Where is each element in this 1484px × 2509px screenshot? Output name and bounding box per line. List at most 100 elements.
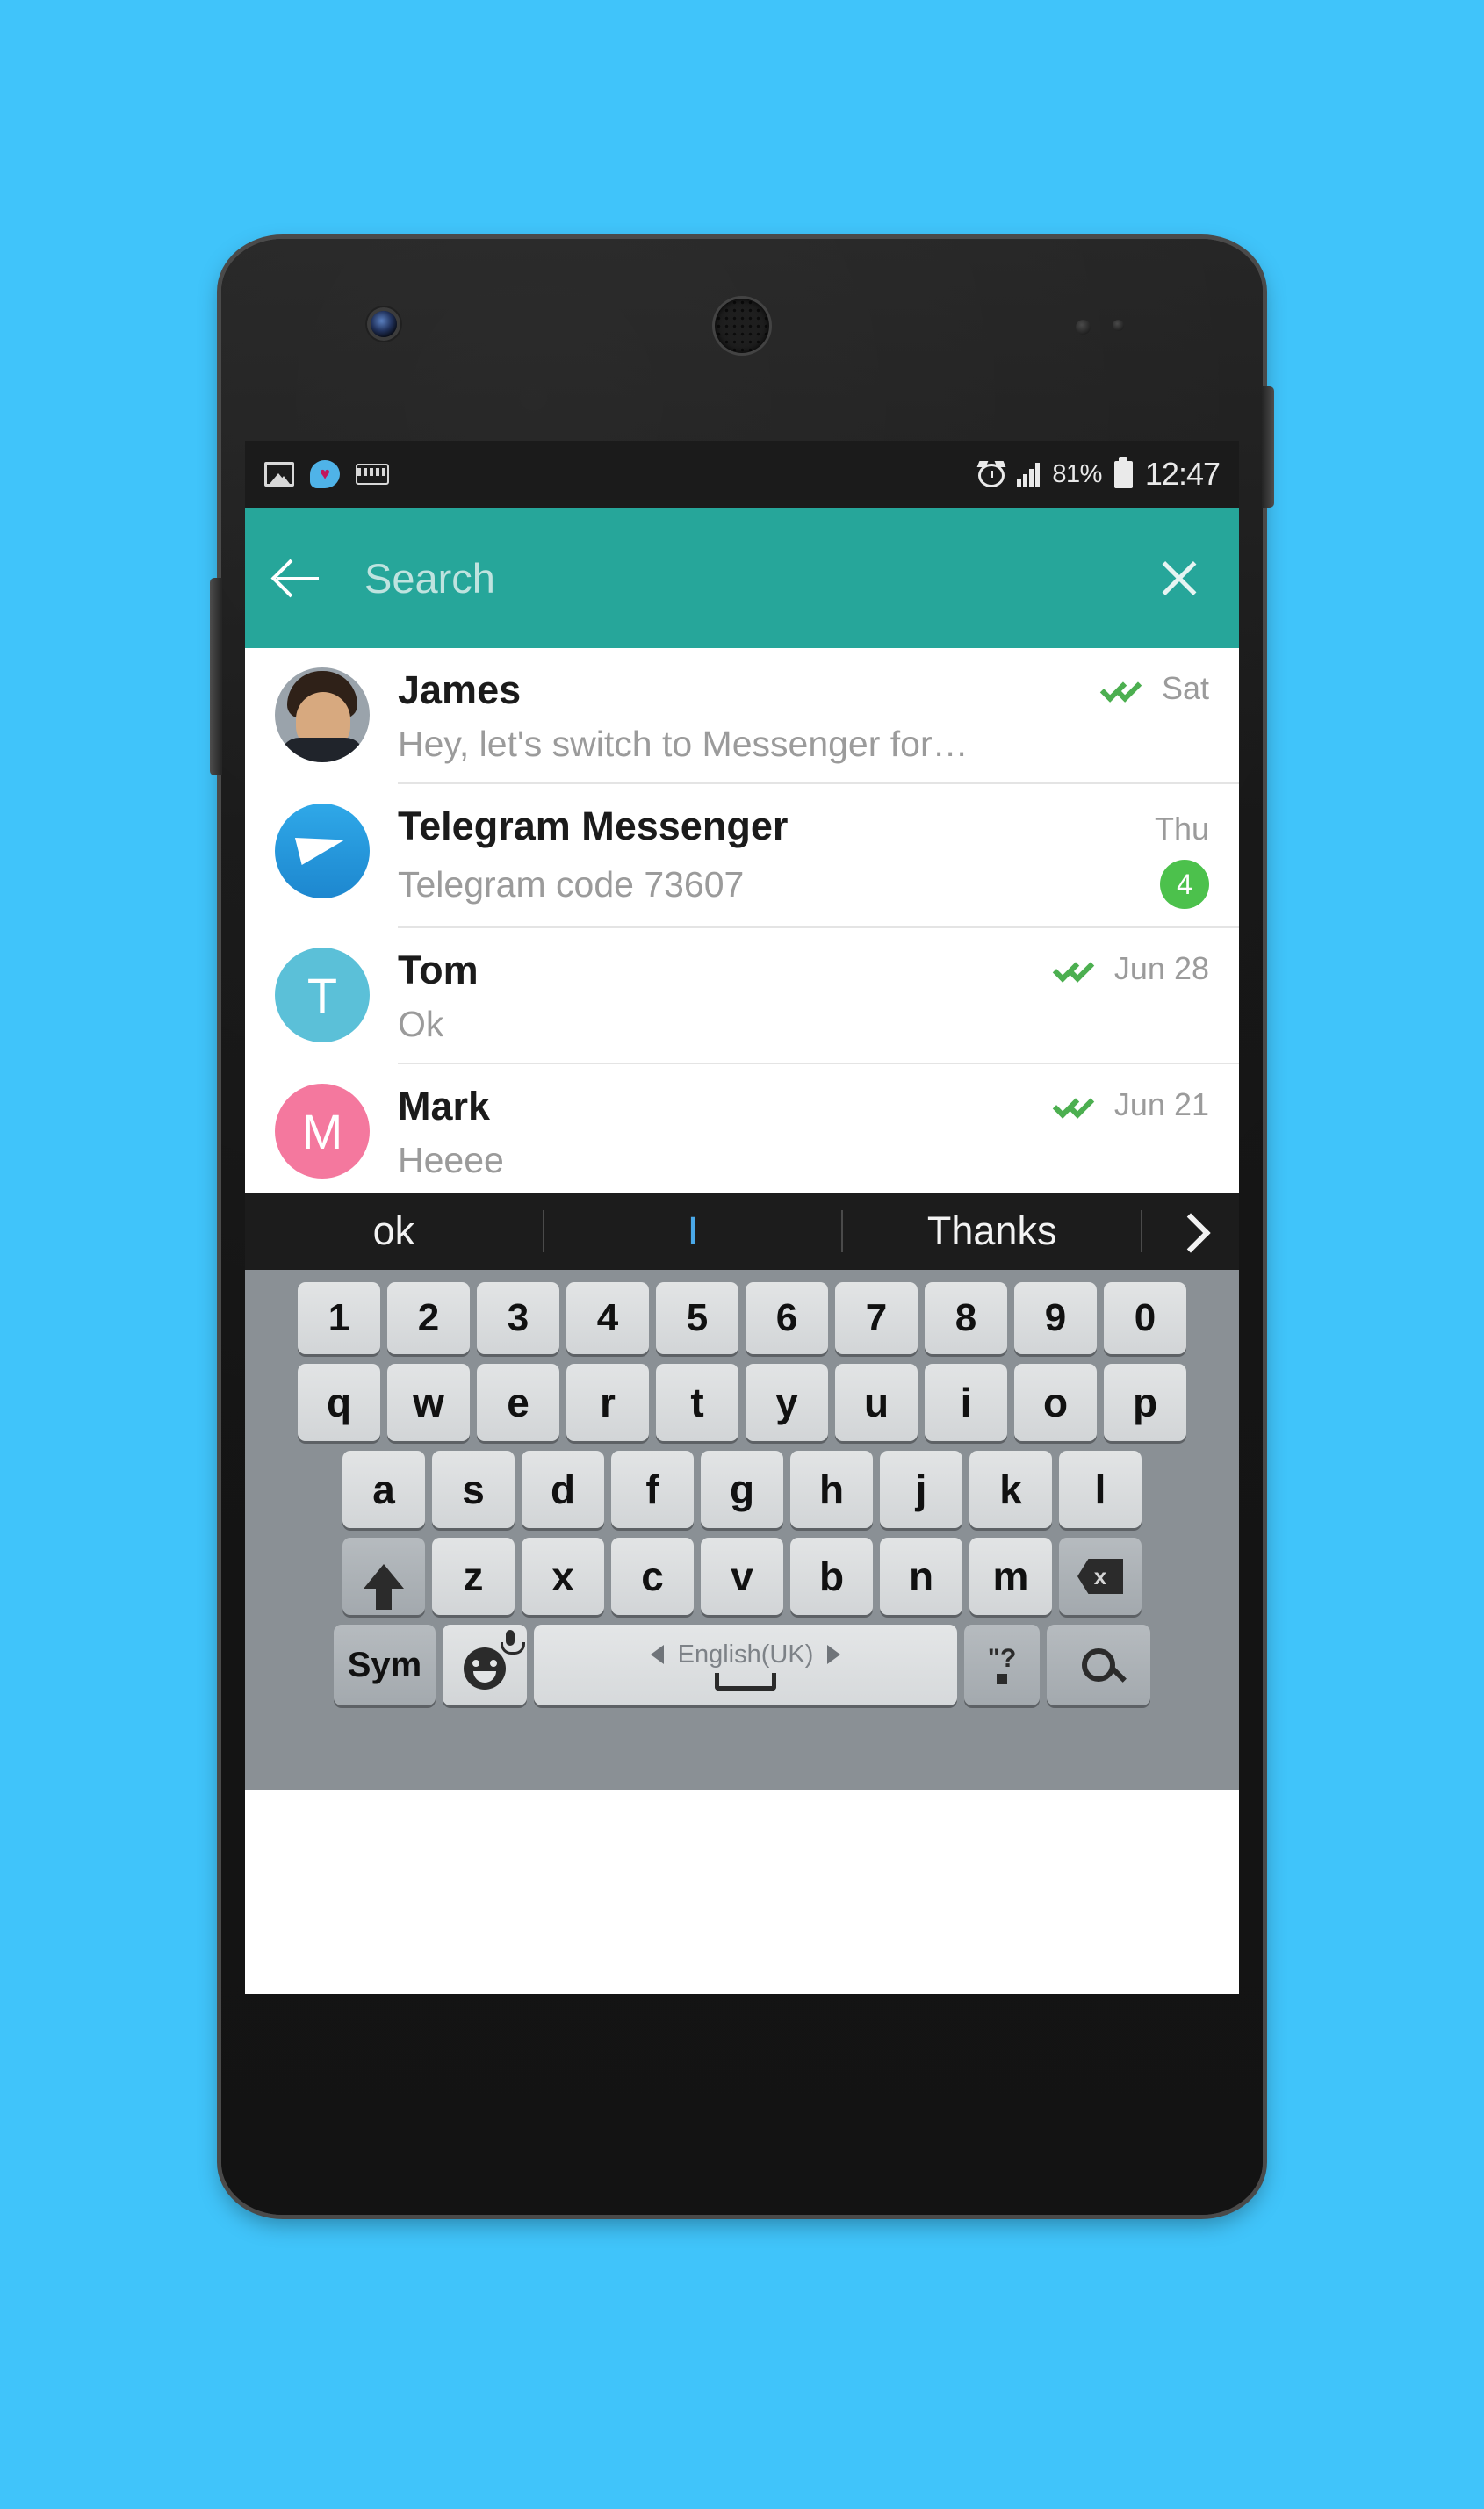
- status-clock: 12:47: [1144, 456, 1221, 492]
- avatar: [275, 667, 370, 762]
- key-s[interactable]: s: [432, 1451, 515, 1528]
- key-e[interactable]: e: [477, 1364, 559, 1441]
- emoji-mic-icon[interactable]: [443, 1625, 527, 1705]
- period-glyph: [997, 1674, 1007, 1684]
- signal-bars-icon: [1017, 462, 1041, 487]
- key-j[interactable]: j: [880, 1451, 962, 1528]
- triangle-left-icon[interactable]: [650, 1645, 664, 1664]
- close-icon[interactable]: [1153, 552, 1206, 604]
- key-3[interactable]: 3: [477, 1282, 559, 1354]
- key-y[interactable]: y: [746, 1364, 828, 1441]
- key-a[interactable]: a: [342, 1451, 425, 1528]
- list-item[interactable]: James Sat Hey, let's switch to Messenger…: [245, 648, 1239, 782]
- chat-name: Telegram Messenger: [398, 804, 789, 848]
- spacebar-icon: [715, 1672, 776, 1691]
- key-v[interactable]: v: [701, 1538, 783, 1615]
- search-header: [245, 508, 1239, 648]
- key-l[interactable]: l: [1059, 1451, 1142, 1528]
- key-i[interactable]: i: [925, 1364, 1007, 1441]
- key-7[interactable]: 7: [835, 1282, 918, 1354]
- key-1[interactable]: 1: [298, 1282, 380, 1354]
- backspace-glyph: x: [1077, 1559, 1123, 1594]
- spacebar-key[interactable]: English(UK): [534, 1625, 957, 1705]
- keyboard-row-top: q w e r t y u i o p: [252, 1364, 1232, 1441]
- key-z[interactable]: z: [432, 1538, 515, 1615]
- key-c[interactable]: c: [611, 1538, 694, 1615]
- suggestion-left[interactable]: ok: [245, 1208, 543, 1254]
- chat-name: Mark: [398, 1084, 491, 1128]
- unread-badge: 4: [1160, 860, 1209, 909]
- chat-time: Jun 21: [1113, 1086, 1209, 1122]
- phone-device: ♥ 81% 12:47 Search James Sat Hey, let's …: [210, 239, 1274, 2215]
- message-bubble-icon: ♥: [310, 460, 340, 488]
- symbols-key[interactable]: Sym: [334, 1625, 436, 1705]
- chevron-right-icon[interactable]: [1142, 1215, 1239, 1247]
- back-arrow-icon[interactable]: [271, 551, 326, 605]
- key-8[interactable]: 8: [925, 1282, 1007, 1354]
- battery-icon: [1113, 460, 1133, 488]
- status-notifications: ♥: [264, 460, 389, 488]
- avatar: M: [275, 1084, 370, 1179]
- key-k[interactable]: k: [969, 1451, 1052, 1528]
- key-4[interactable]: 4: [566, 1282, 649, 1354]
- status-system-icons: 81% 12:47: [976, 456, 1221, 493]
- keyboard: 1 2 3 4 5 6 7 8 9 0 q w e r t y u i o p …: [245, 1270, 1239, 1790]
- volume-button[interactable]: [210, 578, 222, 775]
- search-input[interactable]: [364, 553, 1153, 602]
- key-u[interactable]: u: [835, 1364, 918, 1441]
- key-p[interactable]: p: [1104, 1364, 1186, 1441]
- key-n[interactable]: n: [880, 1538, 962, 1615]
- key-q[interactable]: q: [298, 1364, 380, 1441]
- search-magnifier-icon[interactable]: [1047, 1625, 1150, 1705]
- avatar: [275, 804, 370, 898]
- power-button[interactable]: [1262, 386, 1274, 508]
- key-f[interactable]: f: [611, 1451, 694, 1528]
- key-r[interactable]: r: [566, 1364, 649, 1441]
- key-2[interactable]: 2: [387, 1282, 470, 1354]
- key-5[interactable]: 5: [656, 1282, 738, 1354]
- suggestion-center[interactable]: I: [544, 1208, 842, 1254]
- key-x[interactable]: x: [522, 1538, 604, 1615]
- key-6[interactable]: 6: [746, 1282, 828, 1354]
- chat-preview: Heeee: [398, 1140, 504, 1180]
- key-w[interactable]: w: [387, 1364, 470, 1441]
- light-sensor-icon: [1113, 320, 1124, 331]
- suggestion-right[interactable]: Thanks: [843, 1208, 1141, 1254]
- phone-screen: ♥ 81% 12:47 Search James Sat Hey, let's …: [245, 441, 1239, 1994]
- avatar-letter: T: [306, 967, 338, 1023]
- list-item[interactable]: M Mark Jun 21 Heeee: [245, 1064, 1239, 1193]
- keyboard-row-home: a s d f g h j k l: [252, 1451, 1232, 1528]
- list-item[interactable]: Telegram Messenger Thu Telegram code 736…: [245, 784, 1239, 926]
- key-d[interactable]: d: [522, 1451, 604, 1528]
- key-0[interactable]: 0: [1104, 1282, 1186, 1354]
- image-icon: [264, 462, 294, 487]
- shift-arrow-icon[interactable]: [342, 1538, 425, 1615]
- keyboard-icon: [356, 464, 389, 485]
- keyboard-row-numbers: 1 2 3 4 5 6 7 8 9 0: [252, 1282, 1232, 1354]
- key-b[interactable]: b: [790, 1538, 873, 1615]
- punctuation-key[interactable]: "?: [964, 1625, 1040, 1705]
- read-ticks-icon: [1052, 1090, 1103, 1120]
- read-ticks-icon: [1099, 674, 1150, 703]
- front-camera-icon: [371, 311, 397, 337]
- chat-time: Jun 28: [1113, 950, 1209, 986]
- key-h[interactable]: h: [790, 1451, 873, 1528]
- alarm-icon: [976, 461, 1006, 487]
- chat-preview: Ok: [398, 1004, 444, 1044]
- key-9[interactable]: 9: [1014, 1282, 1097, 1354]
- keyboard-row-bottom: z x c v b n m x: [252, 1538, 1232, 1615]
- backspace-icon[interactable]: x: [1059, 1538, 1142, 1615]
- proximity-sensor-icon: [1076, 320, 1091, 335]
- battery-percent: 81%: [1052, 459, 1102, 488]
- chat-list[interactable]: James Sat Hey, let's switch to Messenger…: [245, 648, 1239, 1193]
- chat-name: James: [398, 667, 522, 712]
- key-g[interactable]: g: [701, 1451, 783, 1528]
- triangle-right-icon[interactable]: [827, 1645, 841, 1664]
- list-item[interactable]: T Tom Jun 28 Ok: [245, 928, 1239, 1063]
- earpiece-speaker: [715, 299, 769, 353]
- key-o[interactable]: o: [1014, 1364, 1097, 1441]
- key-m[interactable]: m: [969, 1538, 1052, 1615]
- chat-time: Thu: [1154, 811, 1209, 847]
- key-t[interactable]: t: [656, 1364, 738, 1441]
- suggestion-bar: ok I Thanks: [245, 1193, 1239, 1270]
